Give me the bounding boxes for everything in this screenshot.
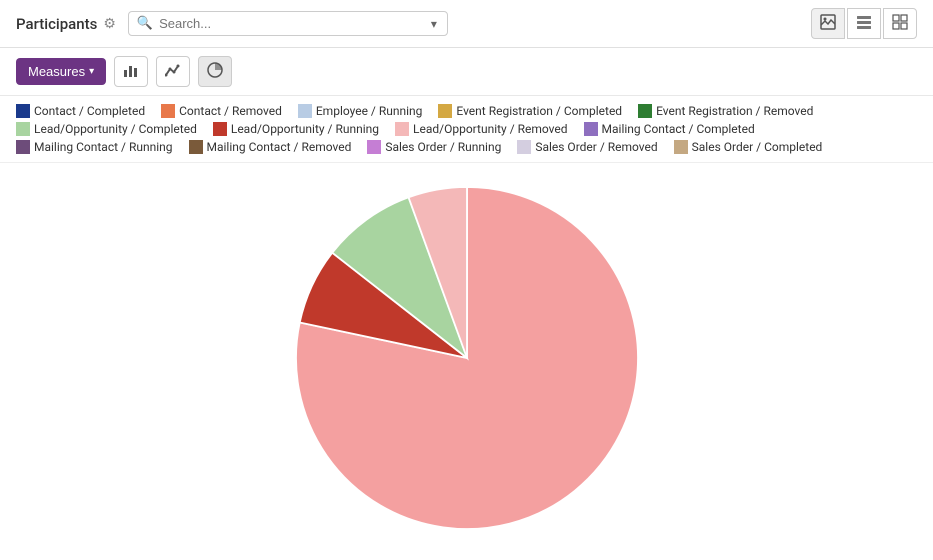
pie-chart-button[interactable] [198,56,232,87]
legend-color [638,104,652,118]
legend-item: Employee / Running [298,104,423,118]
legend-label: Contact / Completed [34,104,145,118]
legend-label: Sales Order / Running [385,140,501,154]
pie-chart [287,178,647,538]
measures-dropdown-arrow: ▾ [89,66,94,77]
legend-color [438,104,452,118]
legend-color [584,122,598,136]
legend-item: Mailing Contact / Completed [584,122,755,136]
legend-label: Lead/Opportunity / Running [231,122,379,136]
legend-item: Contact / Completed [16,104,145,118]
legend-color [395,122,409,136]
legend-label: Mailing Contact / Completed [602,122,755,136]
legend-label: Mailing Contact / Running [34,140,173,154]
legend-item: Mailing Contact / Removed [189,140,352,154]
legend-item: Sales Order / Completed [674,140,823,154]
bar-chart-button[interactable] [114,56,148,87]
legend-label: Contact / Removed [179,104,282,118]
legend-color [16,122,30,136]
legend-color [213,122,227,136]
legend-color [189,140,203,154]
legend-label: Mailing Contact / Removed [207,140,352,154]
view-buttons [811,8,917,39]
legend-item: Mailing Contact / Running [16,140,173,154]
legend-color [367,140,381,154]
measures-button[interactable]: Measures ▾ [16,58,106,85]
legend-item: Sales Order / Running [367,140,501,154]
image-view-button[interactable] [811,8,845,39]
legend-color [16,140,30,154]
header: Participants ⚙ 🔍 ▾ [0,0,933,48]
image-icon [820,14,836,30]
legend: Contact / Completed Contact / Removed Empl… [0,96,933,163]
bar-chart-icon [123,62,139,78]
grid-view-button[interactable] [883,8,917,39]
legend-item: Event Registration / Completed [438,104,622,118]
legend-color [298,104,312,118]
legend-color [161,104,175,118]
search-icon: 🔍 [137,16,153,31]
legend-color [674,140,688,154]
list-icon [856,14,872,30]
page-title: Participants [16,15,97,33]
line-chart-icon [165,62,181,78]
chart-area [0,163,933,553]
legend-label: Event Registration / Removed [656,104,813,118]
pie-chart-icon [207,62,223,78]
toolbar: Measures ▾ [0,48,933,96]
search-input[interactable] [159,16,423,31]
legend-item: Lead/Opportunity / Removed [395,122,568,136]
legend-item: Event Registration / Removed [638,104,813,118]
legend-item: Contact / Removed [161,104,282,118]
search-dropdown-button[interactable]: ▾ [429,17,439,31]
page-title-container: Participants ⚙ [16,15,116,33]
legend-label: Sales Order / Removed [535,140,657,154]
settings-icon[interactable]: ⚙ [103,16,116,32]
legend-item: Lead/Opportunity / Running [213,122,379,136]
legend-label: Sales Order / Completed [692,140,823,154]
grid-icon [892,14,908,30]
legend-item: Lead/Opportunity / Completed [16,122,197,136]
legend-label: Event Registration / Completed [456,104,622,118]
list-view-button[interactable] [847,8,881,39]
line-chart-button[interactable] [156,56,190,87]
legend-color [517,140,531,154]
legend-item: Sales Order / Removed [517,140,657,154]
legend-label: Employee / Running [316,104,423,118]
legend-label: Lead/Opportunity / Completed [34,122,197,136]
legend-color [16,104,30,118]
search-bar: 🔍 ▾ [128,11,448,36]
legend-label: Lead/Opportunity / Removed [413,122,568,136]
